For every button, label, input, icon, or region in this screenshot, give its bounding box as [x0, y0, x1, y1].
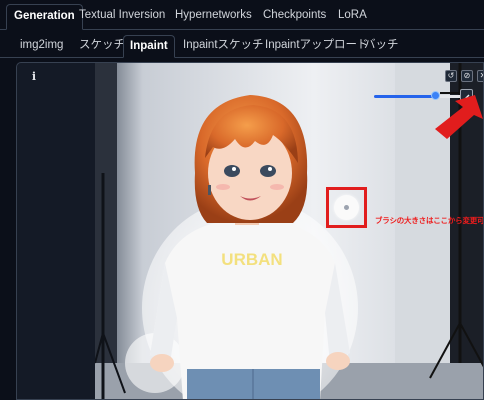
main-tab-bar: Generation Textual Inversion Hypernetwor…: [0, 0, 484, 30]
sweater-print-text: URBAN: [221, 250, 282, 269]
undo-icon[interactable]: ↺: [445, 70, 457, 82]
brush-cursor-center: [344, 205, 349, 210]
img2img-mode-tab-bar: img2img スケッチ Inpaint Inpaintスケッチ Inpaint…: [0, 30, 484, 58]
tab-lora[interactable]: LoRA: [331, 4, 374, 30]
brush-cursor-preview: [334, 195, 359, 220]
tab-textual-inversion[interactable]: Textual Inversion: [72, 4, 172, 30]
tab-inpaint[interactable]: Inpaint: [123, 35, 175, 58]
close-icon[interactable]: ✕: [477, 70, 483, 82]
clear-icon[interactable]: ⊘: [461, 70, 473, 82]
info-icon: i: [31, 70, 37, 83]
tab-inpaint-sketch[interactable]: Inpaintスケッチ: [177, 35, 270, 58]
tab-batch[interactable]: バッチ: [358, 35, 405, 58]
annotation-label: ブラシの大きさはここから変更可: [375, 216, 484, 225]
tab-checkpoints[interactable]: Checkpoints: [256, 4, 333, 30]
tab-hypernetworks[interactable]: Hypernetworks: [168, 4, 259, 30]
inpaint-canvas-panel: i URBAN ↺ ⊘ ブラシの大きさはここから変更可: [16, 62, 484, 400]
tab-img2img[interactable]: img2img: [14, 35, 69, 58]
brush-cursor-highlight: [326, 187, 367, 228]
red-arrow-icon: [435, 95, 483, 139]
